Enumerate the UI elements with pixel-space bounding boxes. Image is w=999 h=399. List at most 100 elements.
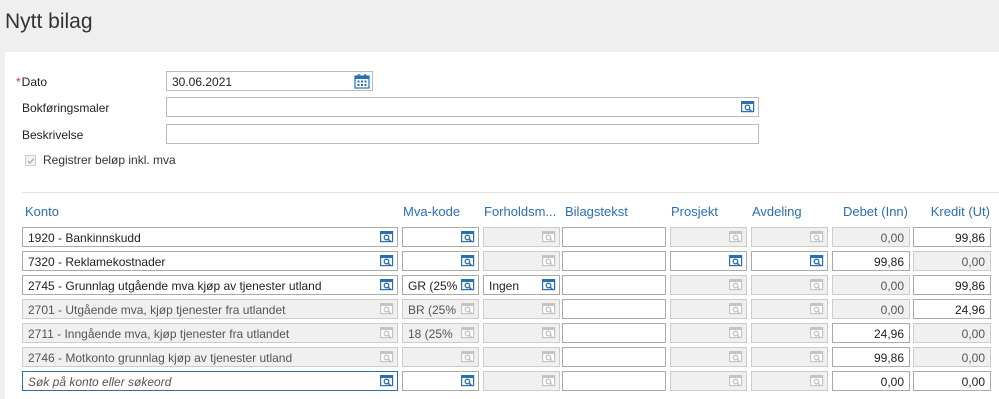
- col-header-avdeling: Avdeling: [752, 204, 802, 219]
- forholdsmessig-cell: [483, 371, 560, 391]
- lookup-icon[interactable]: [380, 374, 394, 388]
- lookup-icon: [810, 279, 824, 291]
- lookup-icon[interactable]: [729, 254, 743, 268]
- prosjekt-cell: [670, 347, 747, 367]
- avdeling-cell: [751, 323, 828, 343]
- dato-field[interactable]: 30.06.2021: [166, 71, 373, 91]
- konto-cell[interactable]: 1920 - Bankinnskudd: [22, 227, 398, 247]
- bilagstekst-cell[interactable]: [562, 371, 666, 391]
- mva-kode-cell[interactable]: [402, 251, 479, 271]
- avdeling-cell[interactable]: [751, 251, 828, 271]
- lookup-icon: [810, 327, 824, 339]
- lookup-icon: [380, 303, 394, 315]
- mva-kode-cell[interactable]: GR (25%: [402, 275, 479, 295]
- kredit-cell: 0,00: [913, 347, 991, 367]
- lookup-icon: [729, 351, 743, 363]
- lookup-icon[interactable]: [461, 230, 475, 244]
- lookup-icon[interactable]: [380, 278, 394, 292]
- debet-cell-value: 99,86: [873, 351, 904, 365]
- konto-search-input[interactable]: Søk på konto eller søkeord: [22, 371, 398, 391]
- avdeling-cell: [751, 299, 828, 319]
- divider: [22, 192, 999, 193]
- forholdsmessig-cell[interactable]: Ingen: [483, 275, 560, 295]
- bokforingsmaler-field[interactable]: [166, 97, 759, 117]
- bokforingsmaler-label: Bokføringsmaler: [22, 101, 110, 115]
- lookup-icon[interactable]: [810, 254, 824, 268]
- bilagstekst-cell[interactable]: [562, 299, 666, 319]
- kredit-cell[interactable]: 24,96: [913, 299, 991, 319]
- debet-cell[interactable]: 99,86: [832, 251, 910, 271]
- page-title: Nytt bilag: [5, 10, 93, 33]
- prosjekt-cell: [670, 299, 747, 319]
- forholdsmessig-cell: [483, 323, 560, 343]
- kredit-cell-value: 0,00: [961, 255, 985, 269]
- registrer-inkl-mva-label: Registrer beløp inkl. mva: [43, 153, 176, 167]
- checkmark-icon: [27, 158, 35, 164]
- lookup-icon[interactable]: [542, 278, 556, 292]
- debet-cell[interactable]: 99,86: [832, 347, 910, 367]
- lookup-icon: [810, 351, 824, 363]
- lookup-icon: [380, 351, 394, 363]
- col-header-forholdsmessig: Forholdsm...: [484, 204, 557, 219]
- konto-cell[interactable]: 7320 - Reklamekostnader: [22, 251, 398, 271]
- mva-kode-cell[interactable]: [402, 227, 479, 247]
- konto-cell[interactable]: 2745 - Grunnlag utgående mva kjøp av tje…: [22, 275, 398, 295]
- col-header-kredit: Kredit (Ut): [930, 204, 990, 219]
- lookup-icon: [729, 375, 743, 387]
- col-header-bilagstekst: Bilagstekst: [565, 204, 628, 219]
- lookup-icon[interactable]: [741, 100, 755, 114]
- kredit-cell: 0,00: [913, 323, 991, 343]
- lookup-icon: [810, 231, 824, 243]
- bilagstekst-cell[interactable]: [562, 275, 666, 295]
- lookup-icon: [542, 375, 556, 387]
- required-marker: *: [16, 75, 21, 89]
- konto-search-input-value: Søk på konto eller søkeord: [28, 375, 172, 389]
- konto-cell-value: 2745 - Grunnlag utgående mva kjøp av tje…: [28, 279, 322, 293]
- debet-cell-value: 0,00: [880, 231, 904, 245]
- kredit-cell-value: 0,00: [961, 375, 985, 389]
- kredit-cell: 0,00: [913, 251, 991, 271]
- lookup-icon: [542, 231, 556, 243]
- konto-cell-value: 7320 - Reklamekostnader: [28, 255, 166, 269]
- kredit-cell[interactable]: 99,86: [913, 227, 991, 247]
- kredit-cell-value: 99,86: [954, 279, 985, 293]
- debet-cell-value: 24,96: [873, 327, 904, 341]
- kredit-cell[interactable]: 99,86: [913, 275, 991, 295]
- konto-cell: 2746 - Motkonto grunnlag kjøp av tjenest…: [22, 347, 398, 367]
- calendar-icon[interactable]: [354, 73, 370, 89]
- lookup-icon[interactable]: [380, 230, 394, 244]
- konto-cell-value: 2711 - Inngående mva, kjøp tjenester fra…: [28, 327, 290, 341]
- lookup-icon: [729, 231, 743, 243]
- bilagstekst-cell[interactable]: [562, 347, 666, 367]
- debet-cell: 0,00: [832, 299, 910, 319]
- bilagstekst-cell[interactable]: [562, 251, 666, 271]
- lookup-icon: [729, 303, 743, 315]
- debet-cell[interactable]: 24,96: [832, 323, 910, 343]
- beskrivelse-field[interactable]: [166, 124, 759, 144]
- forholdsmessig-cell: [483, 251, 560, 271]
- konto-cell: 2711 - Inngående mva, kjøp tjenester fra…: [22, 323, 398, 343]
- bilagstekst-cell[interactable]: [562, 227, 666, 247]
- col-header-mva-kode: Mva-kode: [403, 204, 461, 219]
- lookup-icon: [810, 303, 824, 315]
- kredit-cell[interactable]: 0,00: [913, 371, 991, 391]
- lookup-icon: [542, 327, 556, 339]
- mva-kode-cell: 18 (25%: [402, 323, 479, 343]
- lookup-icon[interactable]: [461, 254, 475, 268]
- konto-cell: 2701 - Utgående mva, kjøp tjenester fra …: [22, 299, 398, 319]
- col-header-prosjekt: Prosjekt: [671, 204, 718, 219]
- lookup-icon: [542, 351, 556, 363]
- lookup-icon: [729, 327, 743, 339]
- mva-kode-cell[interactable]: [402, 371, 479, 391]
- registrer-inkl-mva-checkbox[interactable]: [25, 155, 36, 166]
- beskrivelse-label: Beskrivelse: [22, 128, 84, 142]
- prosjekt-cell: [670, 371, 747, 391]
- lookup-icon[interactable]: [461, 374, 475, 388]
- debet-cell: 0,00: [832, 275, 910, 295]
- prosjekt-cell[interactable]: [670, 251, 747, 271]
- lookup-icon[interactable]: [380, 254, 394, 268]
- lookup-icon[interactable]: [461, 278, 475, 292]
- debet-cell[interactable]: 0,00: [832, 371, 910, 391]
- bilagstekst-cell[interactable]: [562, 323, 666, 343]
- debet-cell: 0,00: [832, 227, 910, 247]
